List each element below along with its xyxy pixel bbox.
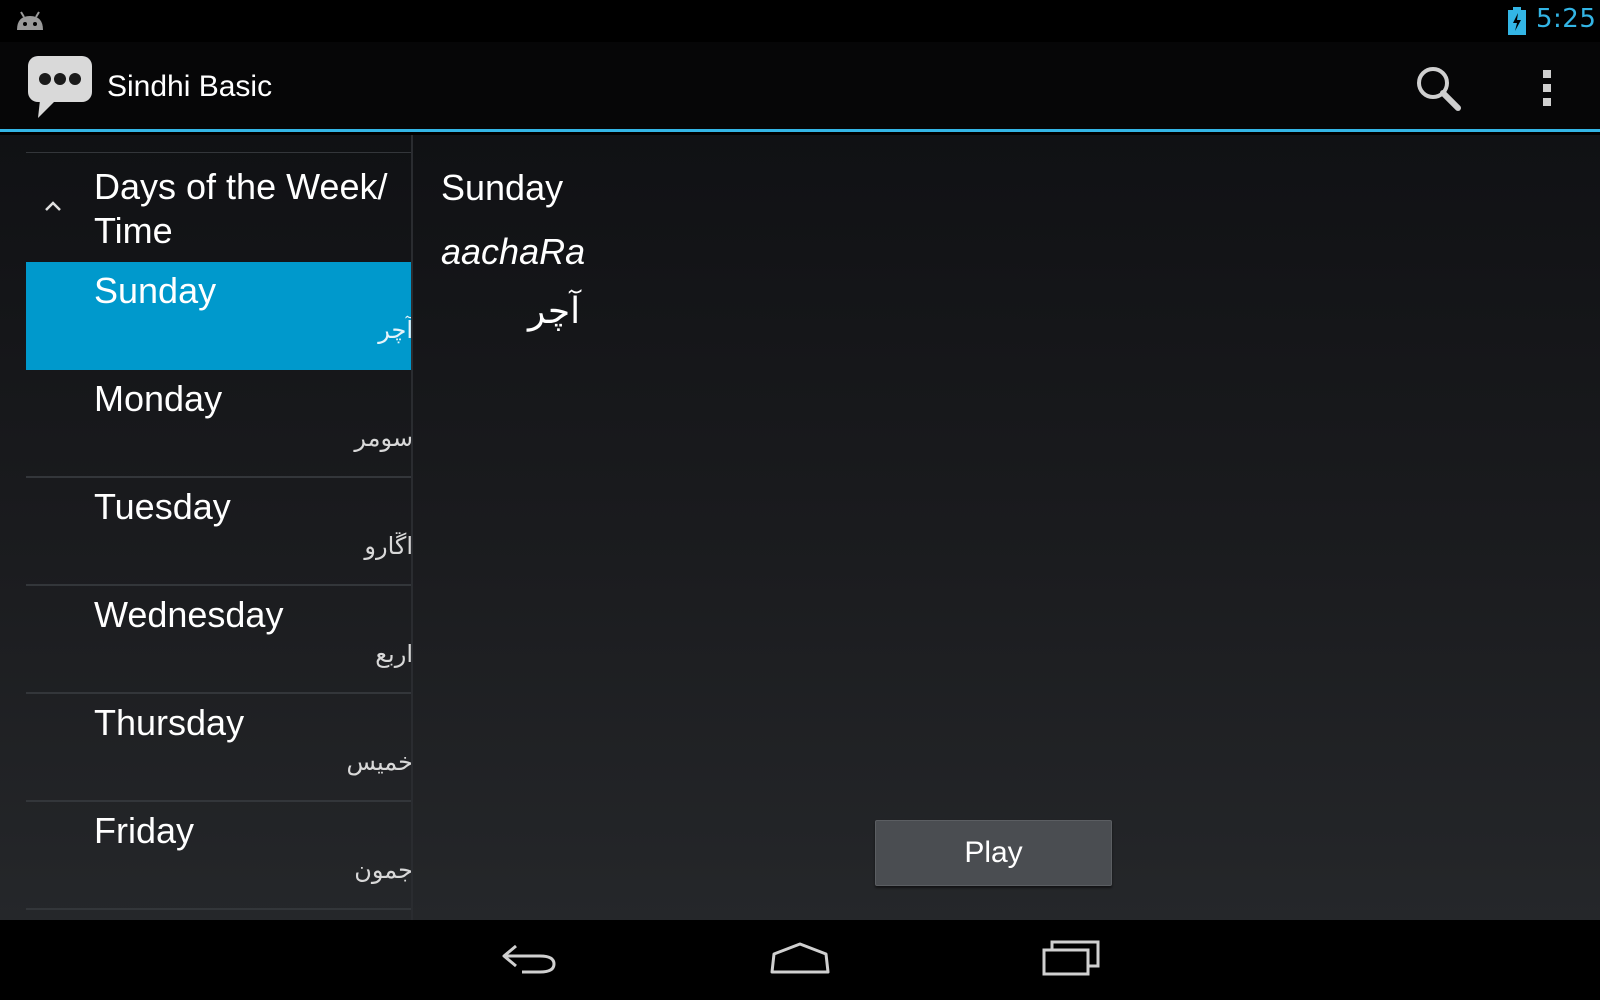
sidebar-item-wednesday[interactable]: Wednesday اربع (26, 586, 413, 694)
search-icon (1417, 67, 1461, 111)
app-title: Sindhi Basic (107, 70, 273, 103)
item-native: اربع (375, 640, 413, 668)
status-clock: 5:25 (1536, 4, 1597, 34)
item-native: اڱارو (364, 532, 413, 560)
item-native: سومر (354, 424, 413, 452)
status-bar: 5:25 (0, 0, 1600, 42)
back-icon[interactable] (500, 938, 560, 978)
sidebar-item-thursday[interactable]: Thursday خميس (26, 694, 413, 802)
item-label: Friday (94, 810, 195, 851)
item-label: Thursday (94, 702, 245, 743)
item-label: Monday (94, 378, 223, 419)
item-native: خميس (346, 748, 413, 776)
search-button[interactable] (1410, 60, 1466, 116)
chevron-up-icon (45, 201, 61, 211)
item-label: Sunday (94, 270, 217, 311)
android-notification-icon (17, 11, 43, 30)
play-button[interactable]: Play (875, 820, 1112, 886)
overflow-menu-icon (1543, 70, 1551, 106)
item-native: آچر (378, 316, 413, 344)
action-bar: Sindhi Basic (0, 42, 1600, 132)
detail-transliteration: aachaRa (441, 231, 586, 272)
sidebar-item-monday[interactable]: Monday سومر (26, 370, 413, 478)
group-header[interactable]: Days of the Week/ Time (26, 153, 411, 260)
chat-bubble-icon[interactable] (26, 54, 96, 122)
sidebar-item-friday[interactable]: Friday جمون (26, 802, 413, 910)
sidebar-item-tuesday[interactable]: Tuesday اڱارو (26, 478, 413, 586)
overflow-menu-button[interactable] (1522, 60, 1572, 116)
sidebar-item-sunday[interactable]: Sunday آچر (26, 262, 413, 370)
detail-pane: Sunday aachaRa آچر Play (413, 135, 1600, 920)
battery-charging-icon (1508, 7, 1526, 35)
home-icon[interactable] (768, 938, 832, 978)
navigation-bar (0, 920, 1600, 1000)
item-label: Wednesday (94, 594, 284, 635)
detail-word: Sunday (441, 167, 564, 208)
item-label: Tuesday (94, 486, 231, 527)
content-area: Days of the Week/ Time Sunday آچر Monday… (0, 135, 1600, 920)
recent-apps-icon[interactable] (1040, 936, 1104, 980)
detail-native-script: آچر (528, 291, 581, 332)
sidebar: Days of the Week/ Time Sunday آچر Monday… (26, 135, 413, 920)
item-native: جمون (354, 856, 413, 884)
group-title: Days of the Week/ Time (94, 166, 388, 251)
